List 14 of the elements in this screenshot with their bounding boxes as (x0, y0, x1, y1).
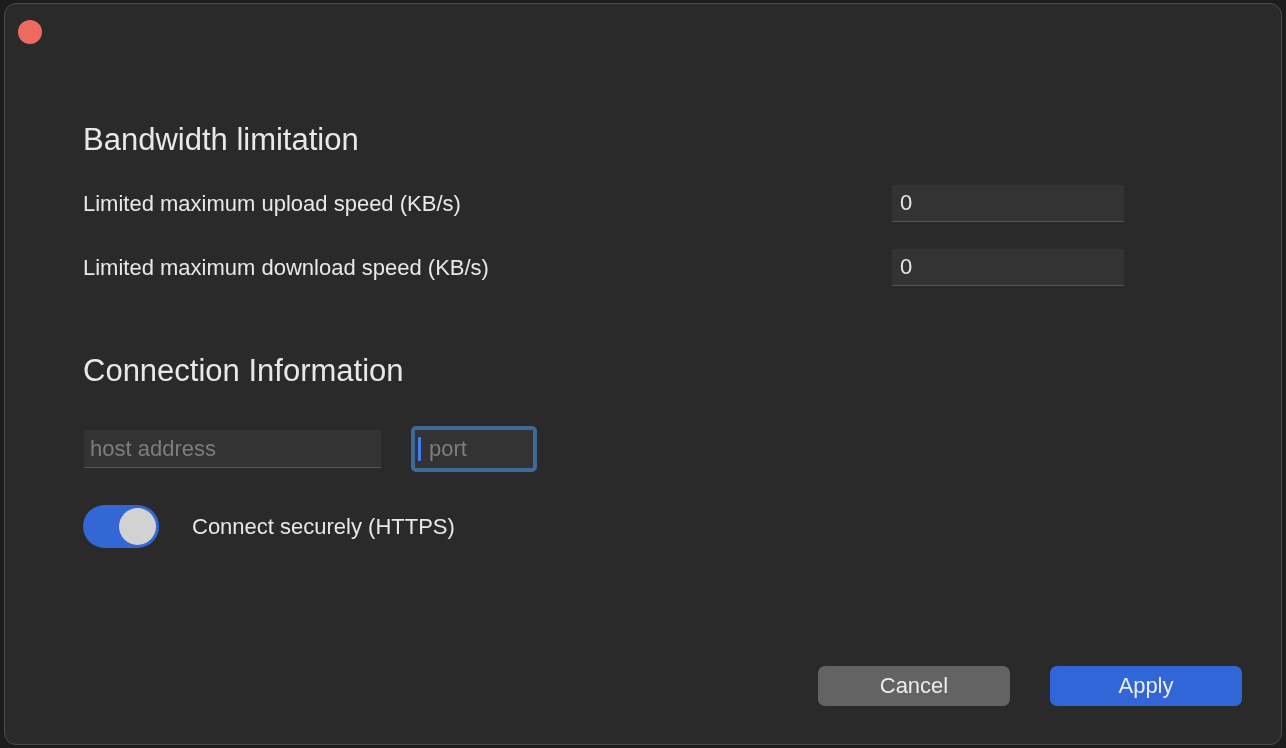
text-cursor (418, 437, 421, 461)
cancel-button[interactable]: Cancel (818, 666, 1010, 706)
field-label: Limited maximum download speed (KB/s) (83, 254, 489, 281)
host-field[interactable]: host address (84, 430, 381, 468)
section-title: Connection Information (83, 353, 405, 389)
section-title: Bandwidth limitation (83, 122, 360, 158)
close-button[interactable] (18, 20, 42, 44)
apply-button[interactable]: Apply (1050, 666, 1242, 706)
port-field[interactable]: port (411, 426, 537, 472)
speed-input[interactable]: 0 (892, 249, 1124, 286)
toggle-label: Connect securely (HTTPS) (192, 513, 455, 540)
toggle-switch[interactable] (83, 505, 159, 548)
speed-input[interactable]: 0 (892, 185, 1124, 222)
field-label: Limited maximum upload speed (KB/s) (83, 190, 461, 217)
